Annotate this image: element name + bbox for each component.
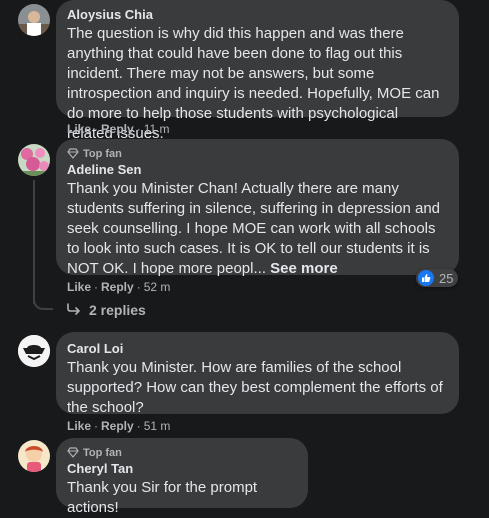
avatar[interactable] xyxy=(18,335,50,367)
top-fan-badge: Top fan xyxy=(67,446,296,460)
comment-text: Thank you Minister. How are families of … xyxy=(67,359,443,416)
timestamp[interactable]: 11 m xyxy=(144,122,170,136)
reply-arrow-icon xyxy=(67,302,81,318)
top-fan-label: Top fan xyxy=(83,148,122,160)
comment-bubble: Top fan Cheryl Tan Thank you Sir for the… xyxy=(56,438,308,516)
see-more-link[interactable]: See more xyxy=(270,260,338,277)
comment-text-body: Thank you Minister Chan! Actually there … xyxy=(67,180,441,277)
separator: · xyxy=(94,280,99,294)
avatar[interactable] xyxy=(18,4,50,36)
comment-text: Thank you Minister Chan! Actually there … xyxy=(67,179,447,279)
commenter-name[interactable]: Aloysius Chia xyxy=(67,6,447,23)
reply-button[interactable]: Reply xyxy=(101,419,134,433)
top-fan-label: Top fan xyxy=(83,447,122,459)
comment-text: Thank you Sir for the prompt actions! xyxy=(67,479,258,516)
commenter-name[interactable]: Carol Loi xyxy=(67,340,447,357)
diamond-icon xyxy=(67,147,79,162)
separator: · xyxy=(136,419,141,433)
comment-actions: Like · Reply · 11 m xyxy=(67,121,170,137)
timestamp[interactable]: 52 m xyxy=(144,280,171,294)
thread-line-curve xyxy=(33,294,53,310)
reaction-count: 25 xyxy=(439,270,454,286)
comment-bubble: Aloysius Chia The question is why did th… xyxy=(56,0,459,142)
thumbs-up-icon xyxy=(418,270,434,286)
commenter-name[interactable]: Adeline Sen xyxy=(67,161,447,178)
comment-actions: Like · Reply · 51 m xyxy=(67,418,170,434)
avatar[interactable] xyxy=(18,144,50,176)
replies-count-label: 2 replies xyxy=(89,302,146,318)
comment-bubble: Top fan Adeline Sen Thank you Minister C… xyxy=(56,139,459,277)
timestamp[interactable]: 51 m xyxy=(144,419,171,433)
avatar[interactable] xyxy=(18,440,50,472)
view-replies-button[interactable]: 2 replies xyxy=(67,302,146,318)
comment-actions: Like · Reply · 52 m xyxy=(67,279,170,295)
reaction-summary[interactable]: 25 xyxy=(416,269,459,287)
top-fan-badge: Top fan xyxy=(67,147,447,161)
separator: · xyxy=(136,122,141,136)
like-button[interactable]: Like xyxy=(67,419,91,433)
reply-button[interactable]: Reply xyxy=(101,280,134,294)
comment-bubble: Carol Loi Thank you Minister. How are fa… xyxy=(56,332,459,416)
diamond-icon xyxy=(67,446,79,461)
thread-line xyxy=(33,180,35,304)
commenter-name[interactable]: Cheryl Tan xyxy=(67,460,296,477)
like-button[interactable]: Like xyxy=(67,280,91,294)
separator: · xyxy=(94,122,99,136)
like-button[interactable]: Like xyxy=(67,122,91,136)
reply-button[interactable]: Reply xyxy=(101,122,134,136)
separator: · xyxy=(136,280,141,294)
separator: · xyxy=(94,419,99,433)
